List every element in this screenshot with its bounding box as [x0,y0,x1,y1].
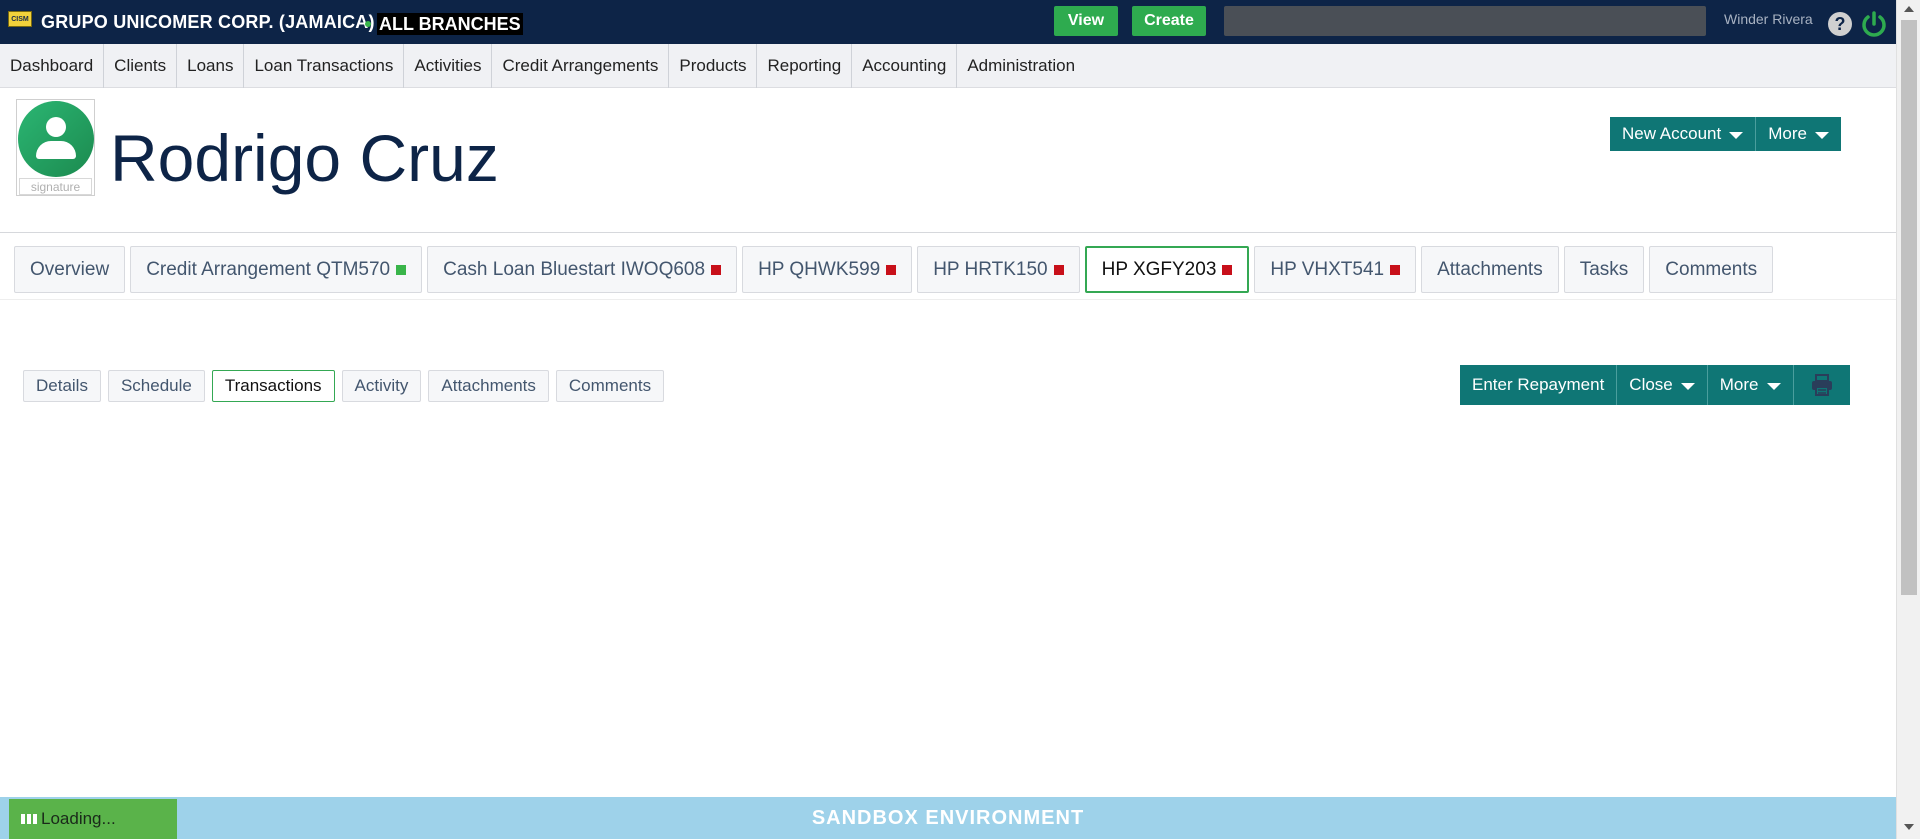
client-actions: New Account More [1610,117,1841,151]
account-tabs: Overview Credit Arrangement QTM570 Cash … [14,246,1774,293]
search-input[interactable] [1224,6,1706,36]
menu-item-administration[interactable]: Administration [957,44,1085,88]
print-button[interactable] [1794,365,1850,405]
tab-comments[interactable]: Comments [1649,246,1774,293]
status-inactive-icon [711,264,722,275]
account-more-label: More [1719,375,1759,394]
organization-name: GRUPO UNICOMER CORP. (JAMAICA) [41,12,375,32]
scroll-up-icon[interactable] [1904,6,1914,12]
tabs-divider [0,299,1896,300]
tab-label: Attachments [1437,258,1543,280]
vertical-scrollbar[interactable] [1896,0,1920,839]
chevron-down-icon [1680,383,1695,390]
sandbox-environment-banner: SANDBOX ENVIRONMENT [0,797,1896,839]
scroll-thumb[interactable] [1901,20,1917,595]
tab-label: Cash Loan Bluestart IWOQ608 [443,258,706,280]
tab-tasks[interactable]: Tasks [1563,246,1645,293]
tab-label: HP QHWK599 [758,258,881,280]
branch-selector[interactable]: ALL BRANCHES [377,13,523,35]
subtab-transactions[interactable]: Transactions [211,370,335,402]
tab-label: Overview [30,258,110,280]
subtab-details[interactable]: Details [23,370,101,402]
client-avatar[interactable]: signature [16,99,95,196]
menu-item-activities[interactable]: Activities [404,43,493,88]
current-user-name[interactable]: Winder Rivera [1724,11,1813,27]
chevron-down-icon [1766,383,1781,390]
close-account-button[interactable]: Close [1617,365,1708,405]
menu-item-credit-arrangements[interactable]: Credit Arrangements [492,43,670,88]
tab-cash-loan-iwoq608[interactable]: Cash Loan Bluestart IWOQ608 [427,246,738,293]
subtab-attachments[interactable]: Attachments [428,370,549,402]
signature-link[interactable]: signature [19,178,92,195]
menu-item-dashboard[interactable]: Dashboard [0,43,105,88]
view-button[interactable]: View [1054,6,1118,36]
tab-label: Credit Arrangement QTM570 [146,258,391,280]
new-account-button[interactable]: New Account [1610,117,1757,151]
loading-bars-icon [21,814,37,824]
logo-text: CISM [11,15,29,23]
tab-hp-qhwk599[interactable]: HP QHWK599 [742,246,913,293]
printer-icon [1811,374,1832,396]
account-more-button[interactable]: More [1708,365,1794,405]
status-inactive-icon [1390,264,1401,275]
status-inactive-icon [1053,264,1064,275]
account-sub-tabs: Details Schedule Transactions Activity A… [23,370,665,402]
chevron-down-icon [1814,132,1829,139]
status-inactive-icon [886,264,897,275]
enter-repayment-button[interactable]: Enter Repayment [1460,365,1618,405]
tab-attachments[interactable]: Attachments [1421,246,1559,293]
loading-label: Loading... [41,809,116,828]
tab-label: Comments [1665,258,1758,280]
client-more-button[interactable]: More [1756,117,1841,151]
tab-label: HP VHXT541 [1270,258,1385,280]
menu-item-clients[interactable]: Clients [104,43,178,88]
branch-status-dot [365,21,371,27]
menu-item-loan-transactions[interactable]: Loan Transactions [244,43,405,88]
company-logo[interactable]: CISM [8,11,32,27]
scroll-down-icon[interactable] [1904,824,1914,830]
tab-label: HP XGFY203 [1101,258,1217,280]
tab-overview[interactable]: Overview [14,246,126,293]
create-button[interactable]: Create [1132,6,1206,36]
user-icon [18,101,94,177]
header-divider [0,232,1896,233]
client-name-title: Rodrigo Cruz [110,121,499,195]
subtab-activity[interactable]: Activity [341,370,422,402]
menu-item-products[interactable]: Products [669,43,758,88]
tab-hp-hrtk150[interactable]: HP HRTK150 [917,246,1080,293]
power-icon[interactable] [1860,10,1888,38]
menu-item-reporting[interactable]: Reporting [757,43,853,88]
tab-hp-vhxt541[interactable]: HP VHXT541 [1254,246,1417,293]
chevron-down-icon [1729,132,1744,139]
new-account-label: New Account [1622,124,1722,143]
tab-credit-arrangement-qtm570[interactable]: Credit Arrangement QTM570 [130,246,423,293]
client-more-label: More [1768,124,1807,143]
tab-hp-xgfy203[interactable]: HP XGFY203 [1084,246,1250,293]
loading-indicator: Loading... [9,799,177,839]
status-inactive-icon [1222,264,1233,275]
menu-item-loans[interactable]: Loans [177,43,245,88]
top-navigation-bar: CISM GRUPO UNICOMER CORP. (JAMAICA) ALL … [0,0,1896,44]
menu-item-accounting[interactable]: Accounting [852,43,958,88]
tab-label: HP HRTK150 [933,258,1048,280]
main-menu: Dashboard Clients Loans Loan Transaction… [0,43,1896,88]
subtab-comments[interactable]: Comments [555,370,665,402]
status-active-icon [396,264,407,275]
help-icon[interactable]: ? [1828,12,1852,36]
account-actions: Enter Repayment Close More [1460,365,1850,405]
tab-label: Tasks [1579,258,1629,280]
subtab-schedule[interactable]: Schedule [107,370,205,402]
close-label: Close [1629,375,1673,394]
